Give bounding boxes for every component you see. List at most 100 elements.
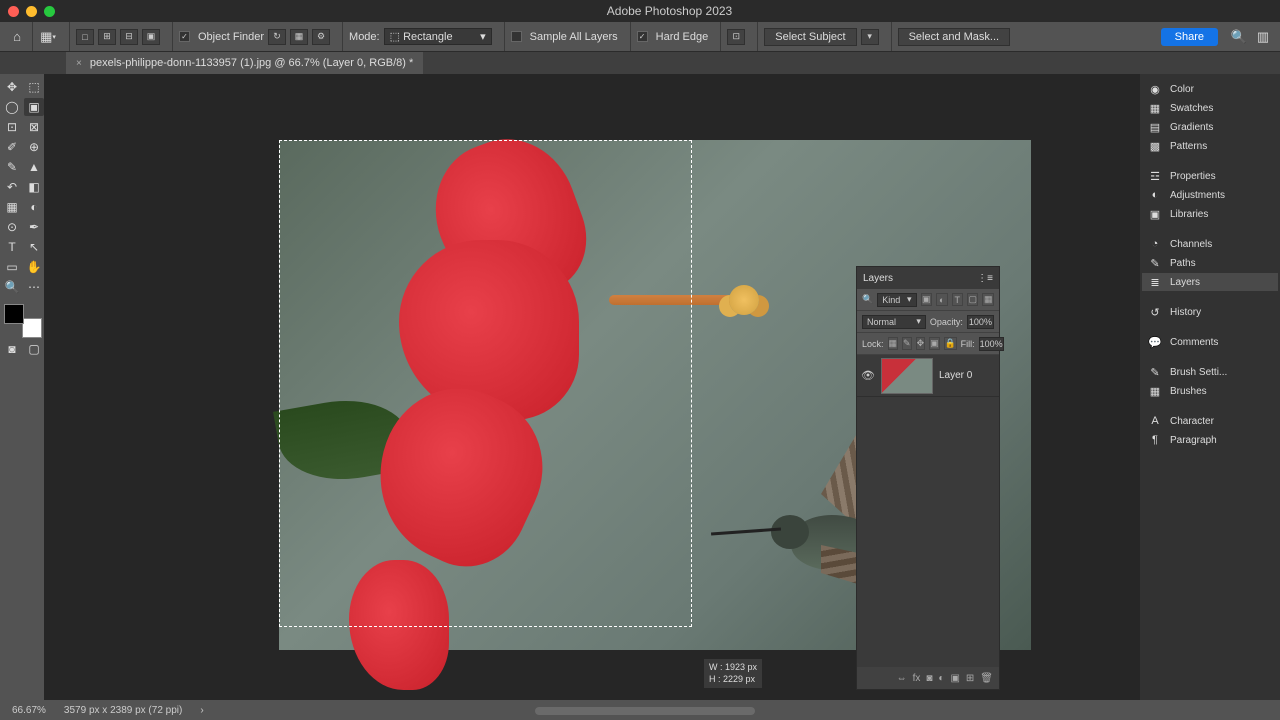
quickmask-tool[interactable]: ◙ [2, 340, 22, 358]
link-icon[interactable]: ⇔ [897, 673, 907, 684]
filter-smart-icon[interactable]: ▦ [982, 293, 993, 306]
canvas-area[interactable]: W : 1923 pxH : 2229 px Layers⋮≡ 🔍 Kind▾ … [44, 74, 1140, 720]
screenmode-tool[interactable]: ▢ [24, 340, 44, 358]
layers-panel-tab[interactable]: ≣Layers [1142, 273, 1278, 291]
hard-edge-checkbox[interactable] [637, 31, 648, 42]
mask-icon[interactable]: ◙ [926, 673, 932, 684]
lock-position-icon[interactable]: ✥ [916, 337, 926, 350]
fill-label: Fill: [961, 339, 975, 349]
adjustment-icon[interactable]: ◐ [938, 673, 944, 684]
close-window-icon[interactable] [8, 6, 19, 17]
horizontal-scrollbar[interactable] [535, 707, 755, 715]
layer-item[interactable]: 👁 Layer 0 [857, 355, 999, 397]
new-layer-icon[interactable]: ⊞ [966, 673, 974, 684]
path-tool[interactable]: ↖ [24, 238, 44, 256]
brush-settings-panel-tab[interactable]: ✎Brush Setti... [1142, 363, 1278, 381]
sample-all-checkbox[interactable] [511, 31, 522, 42]
tab-title: pexels-philippe-donn-1133957 (1).jpg @ 6… [90, 57, 413, 69]
lock-all-icon[interactable]: 🔒 [944, 337, 957, 350]
foreground-color[interactable] [4, 304, 24, 324]
maximize-window-icon[interactable] [44, 6, 55, 17]
gradients-panel-tab[interactable]: ▤Gradients [1142, 118, 1278, 136]
subtract-selection-button[interactable]: ⊟ [120, 29, 138, 45]
stamp-tool[interactable]: ▲ [24, 158, 44, 176]
options-icon[interactable]: ⊡ [727, 29, 745, 45]
filter-type-icon[interactable]: T [952, 293, 963, 306]
filter-adjust-icon[interactable]: ◐ [936, 293, 947, 306]
refresh-icon[interactable]: ↻ [268, 29, 286, 45]
brush-tool[interactable]: ✎ [2, 158, 22, 176]
healing-tool[interactable]: ⊕ [24, 138, 44, 156]
select-subject-button[interactable]: Select Subject [764, 28, 856, 46]
gear-icon[interactable]: ⚙ [312, 29, 330, 45]
zoom-level[interactable]: 66.67% [12, 705, 46, 716]
lock-pixels-icon[interactable]: ✎ [902, 337, 912, 350]
frame-tool[interactable]: ⊠ [24, 118, 44, 136]
patterns-panel-tab[interactable]: ▩Patterns [1142, 137, 1278, 155]
overlay-icon[interactable]: ▦ [290, 29, 308, 45]
new-selection-button[interactable]: □ [76, 29, 94, 45]
layer-thumbnail[interactable] [881, 358, 933, 394]
chevron-right-icon[interactable]: › [200, 705, 203, 716]
layer-name[interactable]: Layer 0 [939, 370, 972, 381]
filter-pixel-icon[interactable]: ▣ [921, 293, 932, 306]
type-tool[interactable]: T [2, 238, 22, 256]
zoom-tool[interactable]: 🔍 [2, 278, 22, 296]
add-selection-button[interactable]: ⊞ [98, 29, 116, 45]
channels-panel-tab[interactable]: ◔Channels [1142, 235, 1278, 253]
paragraph-panel-tab[interactable]: ¶Paragraph [1142, 431, 1278, 449]
paths-panel-tab[interactable]: ✎Paths [1142, 254, 1278, 272]
pen-tool[interactable]: ✒ [24, 218, 44, 236]
libraries-panel-tab[interactable]: ▣Libraries [1142, 205, 1278, 223]
share-button[interactable]: Share [1161, 28, 1218, 46]
lock-artboard-icon[interactable]: ▣ [929, 337, 940, 350]
opacity-input[interactable]: 100% [967, 315, 994, 329]
eyedropper-tool[interactable]: ✐ [2, 138, 22, 156]
close-tab-icon[interactable]: × [76, 58, 82, 69]
search-icon[interactable]: 🔍 [1230, 28, 1248, 46]
lock-transparency-icon[interactable]: ▦ [888, 337, 899, 350]
select-and-mask-button[interactable]: Select and Mask... [898, 28, 1011, 46]
marquee-tool[interactable]: ⬚ [24, 78, 44, 96]
document-tab[interactable]: × pexels-philippe-donn-1133957 (1).jpg @… [66, 52, 423, 74]
select-subject-dropdown-icon[interactable]: ▾ [861, 29, 879, 45]
shape-tool[interactable]: ▭ [2, 258, 22, 276]
character-panel-tab[interactable]: ACharacter [1142, 412, 1278, 430]
fx-icon[interactable]: fx [913, 673, 921, 684]
blend-mode-select[interactable]: Normal▾ [862, 315, 926, 329]
lasso-tool[interactable]: ◯ [2, 98, 22, 116]
hand-tool[interactable]: ✋ [24, 258, 44, 276]
eraser-tool[interactable]: ◧ [24, 178, 44, 196]
adjustments-panel-tab[interactable]: ◐Adjustments [1142, 186, 1278, 204]
color-swatches[interactable] [2, 304, 44, 338]
object-selection-tool[interactable]: ▣ [24, 98, 44, 116]
history-panel-tab[interactable]: ↺History [1142, 303, 1278, 321]
workspace-icon[interactable]: ▥ [1254, 28, 1272, 46]
move-tool[interactable]: ✥ [2, 78, 22, 96]
color-panel-tab[interactable]: ◉Color [1142, 80, 1278, 98]
minimize-window-icon[interactable] [26, 6, 37, 17]
mode-select[interactable]: ⬚ Rectangle▾ [384, 28, 492, 45]
filter-shape-icon[interactable]: ▢ [967, 293, 978, 306]
filter-kind-select[interactable]: Kind▾ [877, 293, 916, 307]
intersect-selection-button[interactable]: ▣ [142, 29, 160, 45]
trash-icon[interactable]: 🗑 [980, 673, 993, 684]
gradient-tool[interactable]: ▦ [2, 198, 22, 216]
object-finder-checkbox[interactable] [179, 31, 190, 42]
collapse-icon[interactable]: ⋮≡ [977, 273, 993, 284]
history-brush-tool[interactable]: ↶ [2, 178, 22, 196]
properties-panel-tab[interactable]: ☲Properties [1142, 167, 1278, 185]
blur-tool[interactable]: ◐ [24, 198, 44, 216]
crop-tool[interactable]: ⊡ [2, 118, 22, 136]
swatches-panel-tab[interactable]: ▦Swatches [1142, 99, 1278, 117]
group-icon[interactable]: ▣ [950, 673, 959, 684]
fill-input[interactable]: 100% [979, 337, 1004, 351]
comments-panel-tab[interactable]: 💬Comments [1142, 333, 1278, 351]
dodge-tool[interactable]: ⊙ [2, 218, 22, 236]
background-color[interactable] [22, 318, 42, 338]
brushes-panel-tab[interactable]: ▦Brushes [1142, 382, 1278, 400]
home-icon[interactable]: ⌂ [8, 28, 26, 46]
visibility-icon[interactable]: 👁 [861, 369, 875, 382]
more-tools-icon[interactable]: ⋯ [24, 278, 44, 296]
tool-preset-icon[interactable]: ▦▾ [39, 28, 57, 46]
